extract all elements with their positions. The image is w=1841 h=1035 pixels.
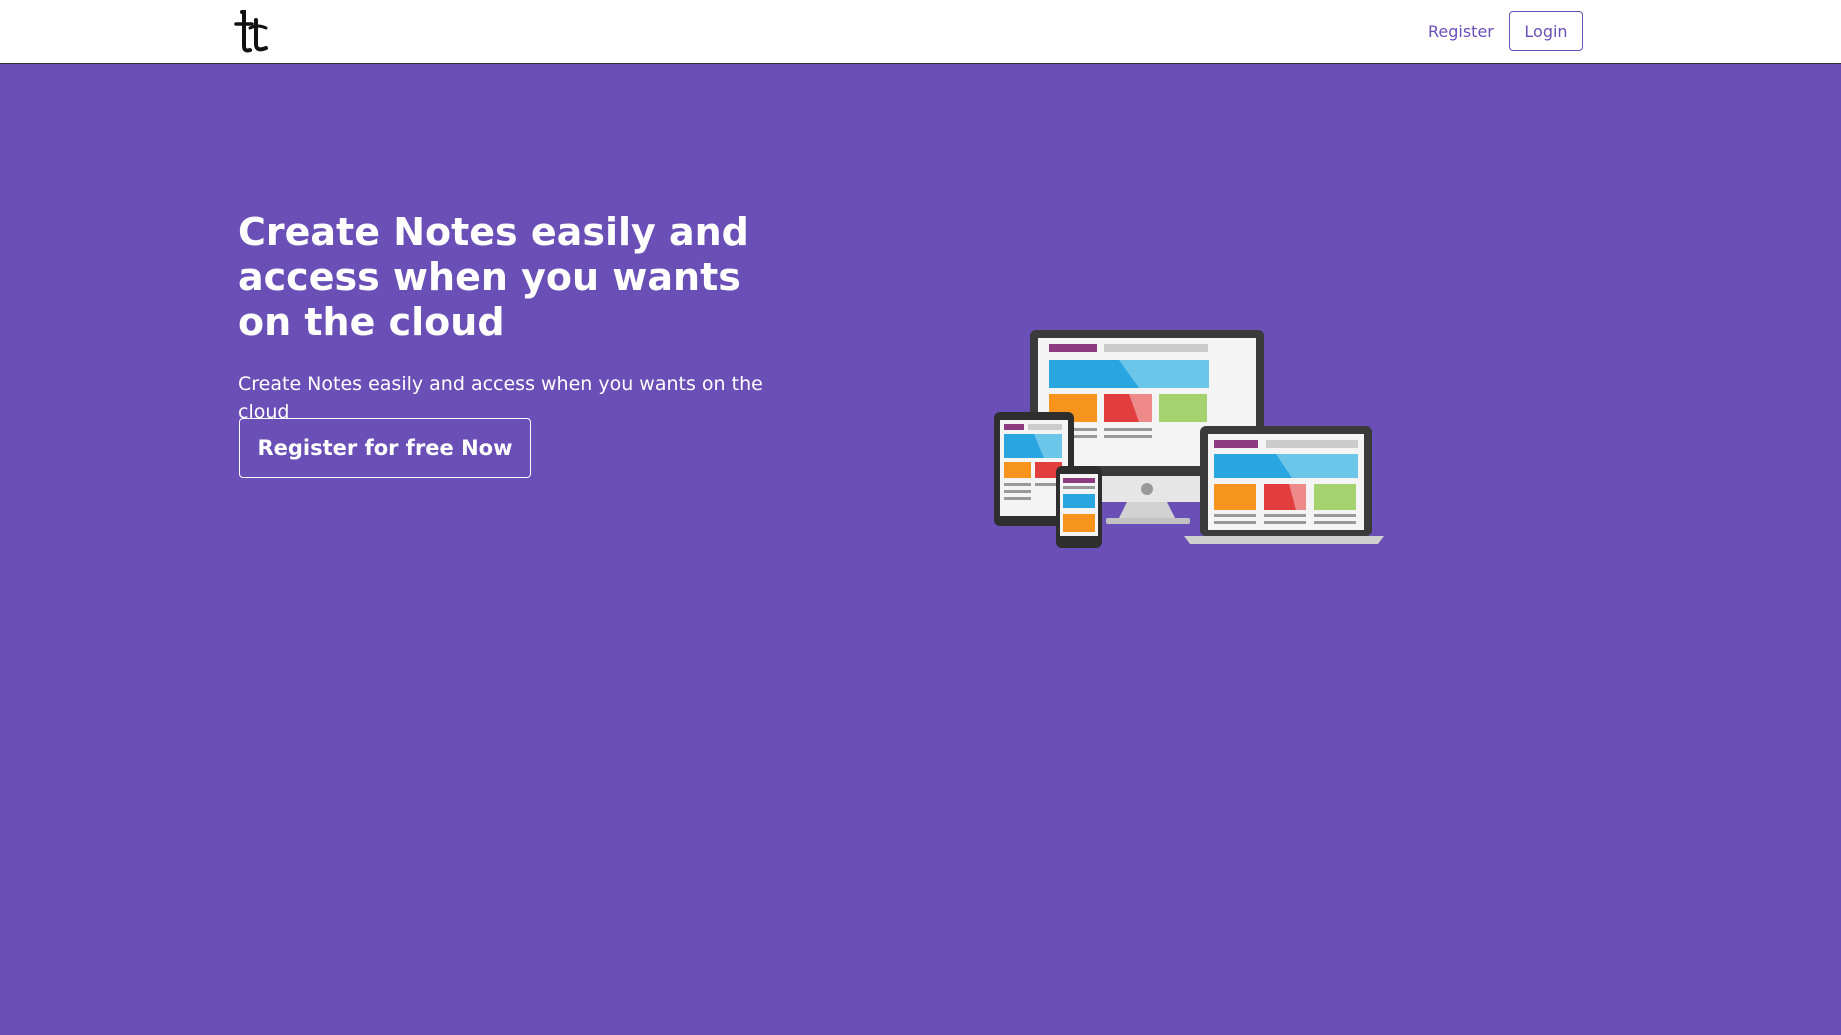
brand-logo-icon[interactable] bbox=[230, 8, 270, 56]
navbar: Register Login bbox=[0, 0, 1841, 64]
register-link[interactable]: Register bbox=[1428, 20, 1494, 44]
hero-title: Create Notes easily and access when you … bbox=[238, 210, 749, 344]
login-button[interactable]: Login bbox=[1509, 11, 1583, 51]
responsive-devices-illustration bbox=[994, 330, 1384, 548]
register-free-button[interactable]: Register for free Now bbox=[239, 418, 531, 478]
